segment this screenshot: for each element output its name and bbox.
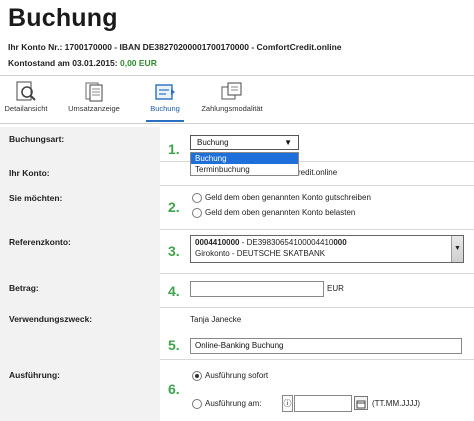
dropdown-option-terminbuchung[interactable]: Terminbuchung: [191, 164, 298, 175]
header-divider: [0, 75, 474, 76]
row-sie-moechten: Sie möchten: 2. Geld dem oben genannten …: [0, 185, 474, 230]
step-number-2: 2.: [168, 199, 180, 215]
tab-zahlungsmodalitaet[interactable]: Zahlungsmodalität: [190, 80, 274, 113]
buchungsart-dropdown-list: Buchung Terminbuchung: [190, 152, 299, 176]
radio-gutschreiben-label: Geld dem oben genannten Konto gutschreib…: [205, 193, 371, 202]
step-number-6: 6.: [168, 381, 180, 397]
referenzkonto-line2: Girokonto - DEUTSCHE SKATBANK: [195, 249, 326, 258]
row-ausfuehrung: Ausführung: 6. Ausführung sofort Ausführ…: [0, 359, 474, 421]
ihr-konto-value: redit.online: [298, 168, 338, 177]
radio-ausfuehrung-sofort[interactable]: [192, 371, 202, 381]
buchungsart-select[interactable]: Buchung ▼: [190, 135, 299, 150]
verwendungszweck-input[interactable]: Online-Banking Buchung: [190, 338, 462, 354]
tab-label-buchung: Buchung: [150, 104, 180, 113]
tab-label-detailansicht: Detailansicht: [4, 104, 48, 113]
step-number-1: 1.: [168, 141, 180, 157]
radio-belasten-label: Geld dem oben genannten Konto belasten: [205, 208, 356, 217]
betrag-input[interactable]: [190, 281, 324, 297]
dropdown-option-buchung[interactable]: Buchung: [191, 153, 298, 164]
label-referenzkonto: Referenzkonto:: [9, 237, 71, 247]
label-buchungsart: Buchungsart:: [9, 134, 65, 144]
radio-ausfuehrung-sofort-label: Ausführung sofort: [205, 371, 269, 380]
dropdown-arrow-icon: ▼: [284, 138, 292, 147]
buchungsart-selected: Buchung: [197, 138, 229, 147]
row-betrag: Betrag: 4. EUR: [0, 273, 474, 308]
referenzkonto-line1: 0004410000 - DE39830654100004410000: [195, 238, 347, 247]
documents-icon: [85, 82, 103, 102]
label-verwendungszweck: Verwendungszweck:: [9, 314, 93, 324]
tab-bar: Detailansicht Umsatzanzeige Buchung Zahl…: [0, 80, 474, 122]
date-input[interactable]: [294, 395, 352, 412]
balance-line: Kontostand am 03.01.2015: 0,00 EUR: [8, 58, 157, 68]
step-number-4: 4.: [168, 283, 180, 299]
active-tab-indicator: [146, 120, 184, 122]
verwendungszweck-name: Tanja Janecke: [190, 315, 242, 324]
payment-modality-icon: [221, 82, 242, 100]
label-betrag: Betrag:: [9, 283, 39, 293]
radio-belasten[interactable]: [192, 208, 202, 218]
referenzkonto-select[interactable]: 0004410000 - DE39830654100004410000 Giro…: [190, 235, 464, 263]
tab-label-zahlungsmodalitaet: Zahlungsmodalität: [201, 104, 263, 113]
booking-icon: [155, 84, 175, 100]
row-referenzkonto: Referenzkonto: 3. 0004410000 - DE3983065…: [0, 229, 474, 274]
radio-ausfuehrung-am-label: Ausführung am:: [205, 399, 262, 408]
account-line: Ihr Konto Nr.: 1700170000 - IBAN DE38270…: [8, 42, 342, 52]
magnifier-document-icon: [16, 81, 36, 101]
row-verwendungszweck: Verwendungszweck: Tanja Janecke 5. Onlin…: [0, 307, 474, 360]
radio-gutschreiben[interactable]: [192, 193, 202, 203]
date-format-hint: (TT.MM.JJJJ): [372, 399, 420, 408]
tabs-divider: [0, 123, 474, 124]
calendar-icon[interactable]: [354, 396, 368, 410]
step-number-3: 3.: [168, 243, 180, 259]
tab-label-umsatzanzeige: Umsatzanzeige: [68, 104, 120, 113]
help-icon[interactable]: ⓘ: [282, 395, 293, 412]
tab-detailansicht[interactable]: Detailansicht: [4, 80, 48, 113]
balance-value: 0,00 EUR: [119, 58, 157, 68]
dropdown-arrow-icon: ▼: [454, 245, 461, 252]
radio-ausfuehrung-am[interactable]: [192, 399, 202, 409]
referenzkonto-dropdown-button[interactable]: ▼: [451, 236, 463, 262]
verwendungszweck-value: Online-Banking Buchung: [195, 341, 284, 350]
step-number-5: 5.: [168, 337, 180, 353]
balance-label: Kontostand am 03.01.2015:: [8, 58, 118, 68]
tab-umsatzanzeige[interactable]: Umsatzanzeige: [66, 80, 122, 113]
betrag-currency: EUR: [327, 284, 344, 293]
label-ihr-konto: Ihr Konto:: [9, 168, 50, 178]
label-sie-moechten: Sie möchten:: [9, 193, 63, 203]
page-title: Buchung: [8, 4, 118, 32]
label-ausfuehrung: Ausführung:: [9, 370, 60, 380]
tab-buchung[interactable]: Buchung: [142, 80, 188, 113]
